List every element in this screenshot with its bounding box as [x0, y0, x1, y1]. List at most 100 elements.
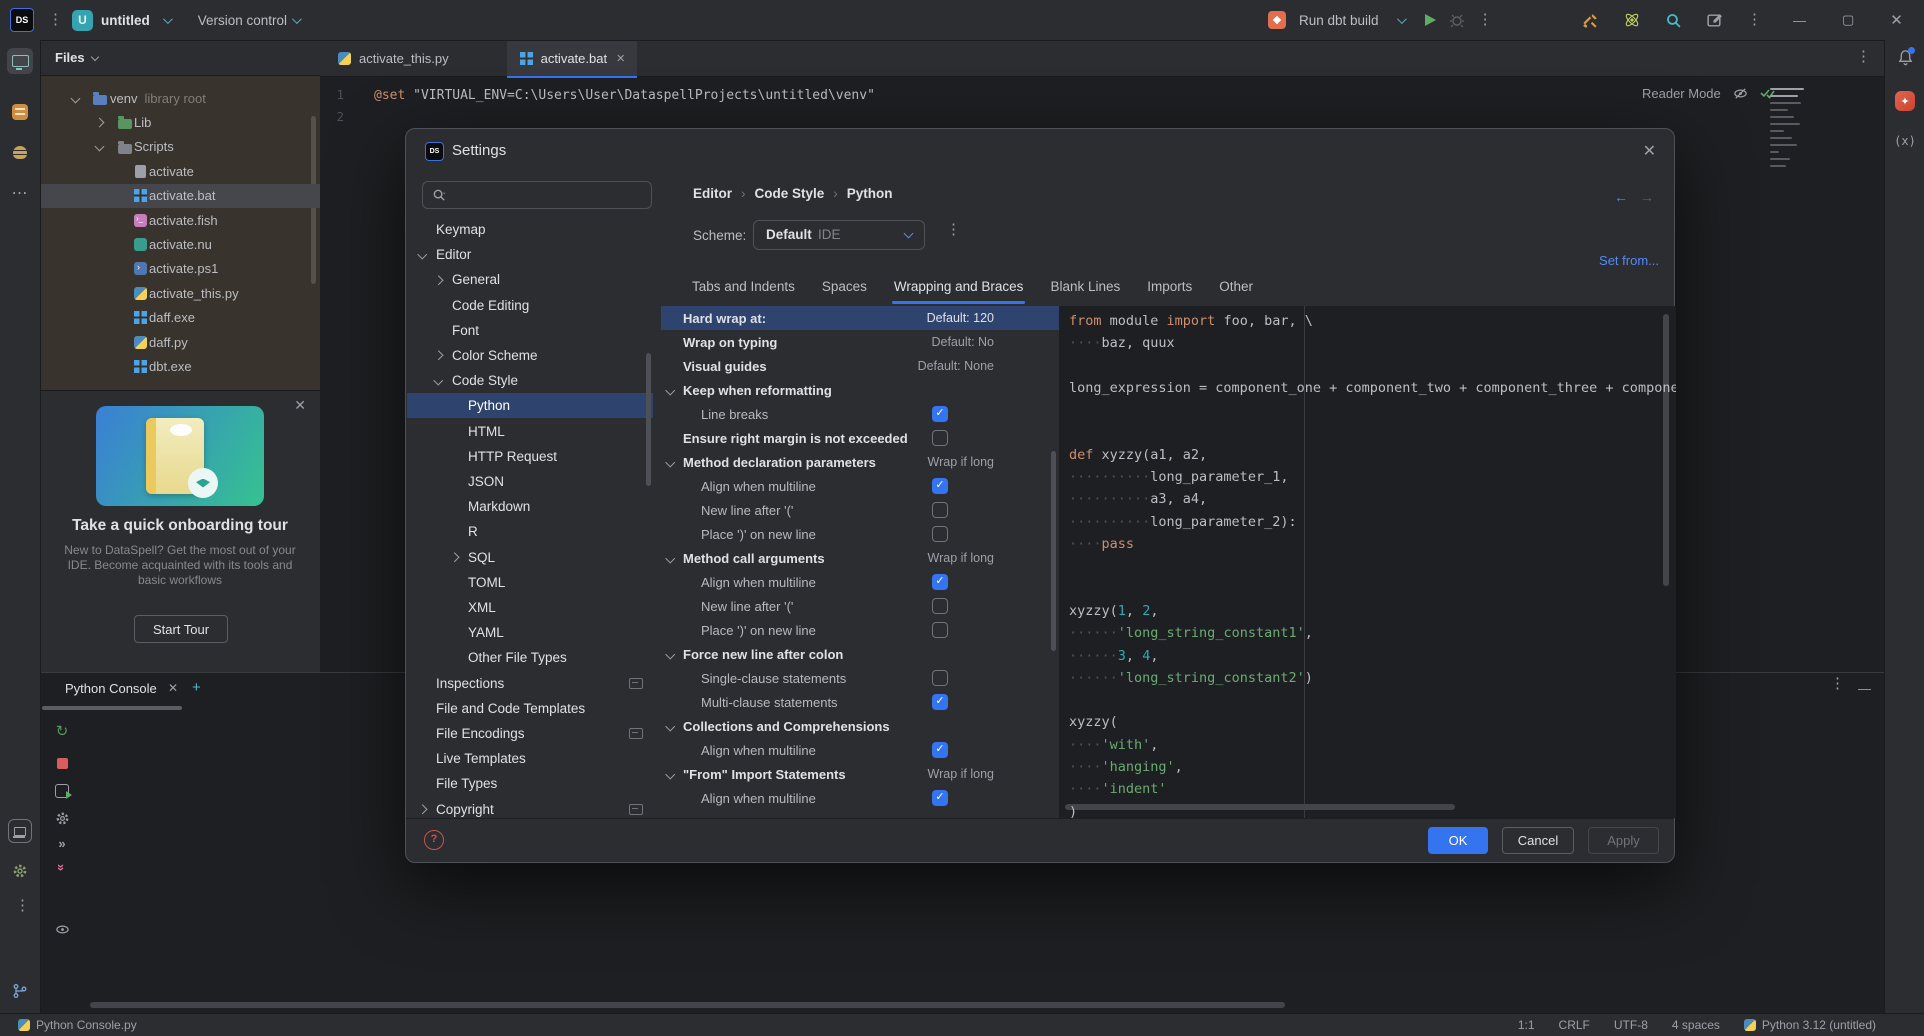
ok-button[interactable]: OK	[1428, 827, 1488, 854]
close-icon[interactable]: ✕	[1890, 11, 1903, 29]
settings-nav-item-python[interactable]: Python	[407, 393, 653, 418]
chevron-icon[interactable]	[95, 142, 105, 152]
python-console-tool-icon[interactable]	[7, 818, 33, 844]
settings-nav-item-live-templates[interactable]: Live Templates	[407, 746, 653, 771]
breadcrumb-item[interactable]: Editor	[693, 186, 732, 201]
vcs-widget[interactable]: Version control	[198, 13, 299, 28]
checkbox[interactable]: ✓	[932, 694, 948, 710]
chevron-icon[interactable]	[95, 117, 105, 127]
settings-row-new-line-after-[interactable]: New line after '('	[661, 498, 1059, 522]
chevron-down-icon[interactable]	[666, 721, 675, 730]
tab-imports[interactable]: Imports	[1147, 279, 1192, 304]
set-from-link[interactable]: Set from...	[1599, 253, 1659, 268]
tab-spaces[interactable]: Spaces	[822, 279, 867, 304]
minimize-icon[interactable]: —	[1793, 13, 1806, 28]
settings-nav-item-file-types[interactable]: File Types	[407, 771, 653, 796]
console-tab[interactable]: Python Console	[65, 681, 157, 696]
files-panel-header[interactable]: Files	[40, 40, 320, 76]
checkbox[interactable]: ✓	[932, 406, 948, 422]
settings-nav-item-general[interactable]: General	[407, 267, 653, 292]
start-tour-button[interactable]: Start Tour	[134, 615, 228, 643]
file-tree-item-venv[interactable]: venvlibrary root	[40, 86, 320, 110]
reader-mode-widget[interactable]: Reader Mode	[1642, 86, 1776, 101]
minimize-icon[interactable]: —	[1858, 681, 1871, 696]
statusbar-item[interactable]: UTF-8	[1614, 1018, 1648, 1032]
statusbar-item[interactable]: CRLF	[1559, 1018, 1590, 1032]
file-tree-item-activate.ps1[interactable]: activate.ps1	[40, 257, 320, 281]
back-arrow-icon[interactable]: ←	[1614, 189, 1628, 205]
checkbox[interactable]	[932, 526, 948, 542]
chevron-icon[interactable]	[434, 275, 443, 284]
preview-vscrollbar[interactable]	[1663, 314, 1669, 586]
settings-row-align-when-multiline[interactable]: Align when multiline✓	[661, 474, 1059, 498]
eye-icon[interactable]	[50, 917, 74, 941]
settings-nav-item-xml[interactable]: XML	[407, 595, 653, 620]
settings-row-keep-when-reformatting[interactable]: Keep when reformatting	[661, 378, 1059, 402]
chevron-icon[interactable]	[434, 376, 443, 385]
settings-row-multi-clause-statements[interactable]: Multi-clause statements✓	[661, 690, 1059, 714]
settings-row-hard-wrap-at-[interactable]: Hard wrap at:Default: 120	[661, 306, 1059, 330]
file-tree-item-Scripts[interactable]: Scripts	[40, 135, 320, 159]
tab-blank-lines[interactable]: Blank Lines	[1050, 279, 1120, 304]
editor-code-line[interactable]: @set "VIRTUAL_ENV=C:\Users\User\Dataspel…	[374, 88, 875, 103]
statusbar-item[interactable]: 1:1	[1518, 1018, 1535, 1032]
file-tree-item-daff.py[interactable]: daff.py	[40, 330, 320, 354]
chevron-icon[interactable]	[418, 250, 427, 259]
jump-to-prompt-icon[interactable]: »	[50, 831, 74, 855]
checkbox[interactable]	[932, 430, 948, 446]
settings-nav-item-markdown[interactable]: Markdown	[407, 494, 653, 519]
settings-search-input[interactable]	[422, 181, 652, 209]
file-tree-item-activate.bat[interactable]: activate.bat	[40, 184, 320, 208]
settings-row-line-breaks[interactable]: Line breaks✓	[661, 402, 1059, 426]
settings-nav-item-code-style[interactable]: Code Style	[407, 368, 653, 393]
chevron-down-icon[interactable]	[666, 649, 675, 658]
settings-row-ensure-right-margin-is-not-exceeded[interactable]: Ensure right margin is not exceeded	[661, 426, 1059, 450]
checkbox[interactable]: ✓	[932, 574, 948, 590]
settings-row--from-import-statements[interactable]: "From" Import StatementsWrap if long	[661, 762, 1059, 786]
chevron-down-icon[interactable]	[666, 769, 675, 778]
apply-button[interactable]: Apply	[1588, 827, 1659, 854]
interpreter-widget[interactable]: Python 3.12 (untitled)	[1744, 1018, 1876, 1032]
chevron-icon[interactable]	[71, 93, 81, 103]
settings-nav-item-file-encodings[interactable]: File Encodings	[407, 721, 653, 746]
chevron-down-icon[interactable]	[666, 385, 675, 394]
rerun-icon[interactable]: ↻	[50, 719, 74, 743]
tab-wrapping-and-braces[interactable]: Wrapping and Braces	[894, 279, 1024, 304]
notifications-bell-icon[interactable]	[1892, 46, 1918, 72]
settings-nav-item-file-and-code-templates[interactable]: File and Code Templates	[407, 696, 653, 721]
file-tree-item-daff.exe[interactable]: daff.exe	[40, 306, 320, 330]
settings-row-align-when-multiline[interactable]: Align when multiline✓	[661, 786, 1059, 810]
scheme-select[interactable]: Default IDE	[753, 220, 925, 250]
plugins-atom-icon[interactable]	[1623, 11, 1641, 29]
chevron-down-icon[interactable]	[666, 553, 675, 562]
close-icon[interactable]: ✕	[168, 681, 178, 695]
settings-row-wrap-on-typing[interactable]: Wrap on typingDefault: No	[661, 330, 1059, 354]
file-tree-item-activate_this.py[interactable]: activate_this.py	[40, 281, 320, 305]
settings-nav-item-html[interactable]: HTML	[407, 419, 653, 444]
console-hscrollbar[interactable]	[90, 1002, 1285, 1008]
maximize-icon[interactable]: ▢	[1842, 12, 1854, 28]
tools-icon[interactable]	[1582, 12, 1599, 29]
run-config-name[interactable]: Run dbt build	[1299, 13, 1379, 28]
checkbox[interactable]: ✓	[932, 478, 948, 494]
file-tree-item-activate.fish[interactable]: activate.fish	[40, 208, 320, 232]
run-icon[interactable]	[1425, 14, 1436, 26]
settings-nav-item-r[interactable]: R	[407, 519, 653, 544]
preview-hscrollbar[interactable]	[1065, 804, 1455, 810]
checkbox[interactable]: ✓	[932, 790, 948, 806]
checkbox[interactable]	[932, 622, 948, 638]
checkbox[interactable]	[932, 502, 948, 518]
file-tree-item-activate.nu[interactable]: activate.nu	[40, 232, 320, 256]
settings-nav-item-inspections[interactable]: Inspections	[407, 671, 653, 696]
chevron-down-icon[interactable]	[666, 457, 675, 466]
settings-row-place-on-new-line[interactable]: Place ')' on new line	[661, 522, 1059, 546]
help-icon[interactable]: ?	[424, 830, 444, 850]
scroll-to-end-icon[interactable]: »	[50, 855, 74, 879]
settings-row-visual-guides[interactable]: Visual guidesDefault: None	[661, 354, 1059, 378]
file-tree-item-activate[interactable]: activate	[40, 159, 320, 183]
settings-row-method-call-arguments[interactable]: Method call argumentsWrap if long	[661, 546, 1059, 570]
search-icon[interactable]	[1665, 12, 1682, 29]
cancel-button[interactable]: Cancel	[1502, 827, 1574, 854]
editor-tab-activate.bat[interactable]: activate.bat✕	[507, 40, 638, 78]
more-icon[interactable]: ⋮	[1830, 679, 1840, 689]
